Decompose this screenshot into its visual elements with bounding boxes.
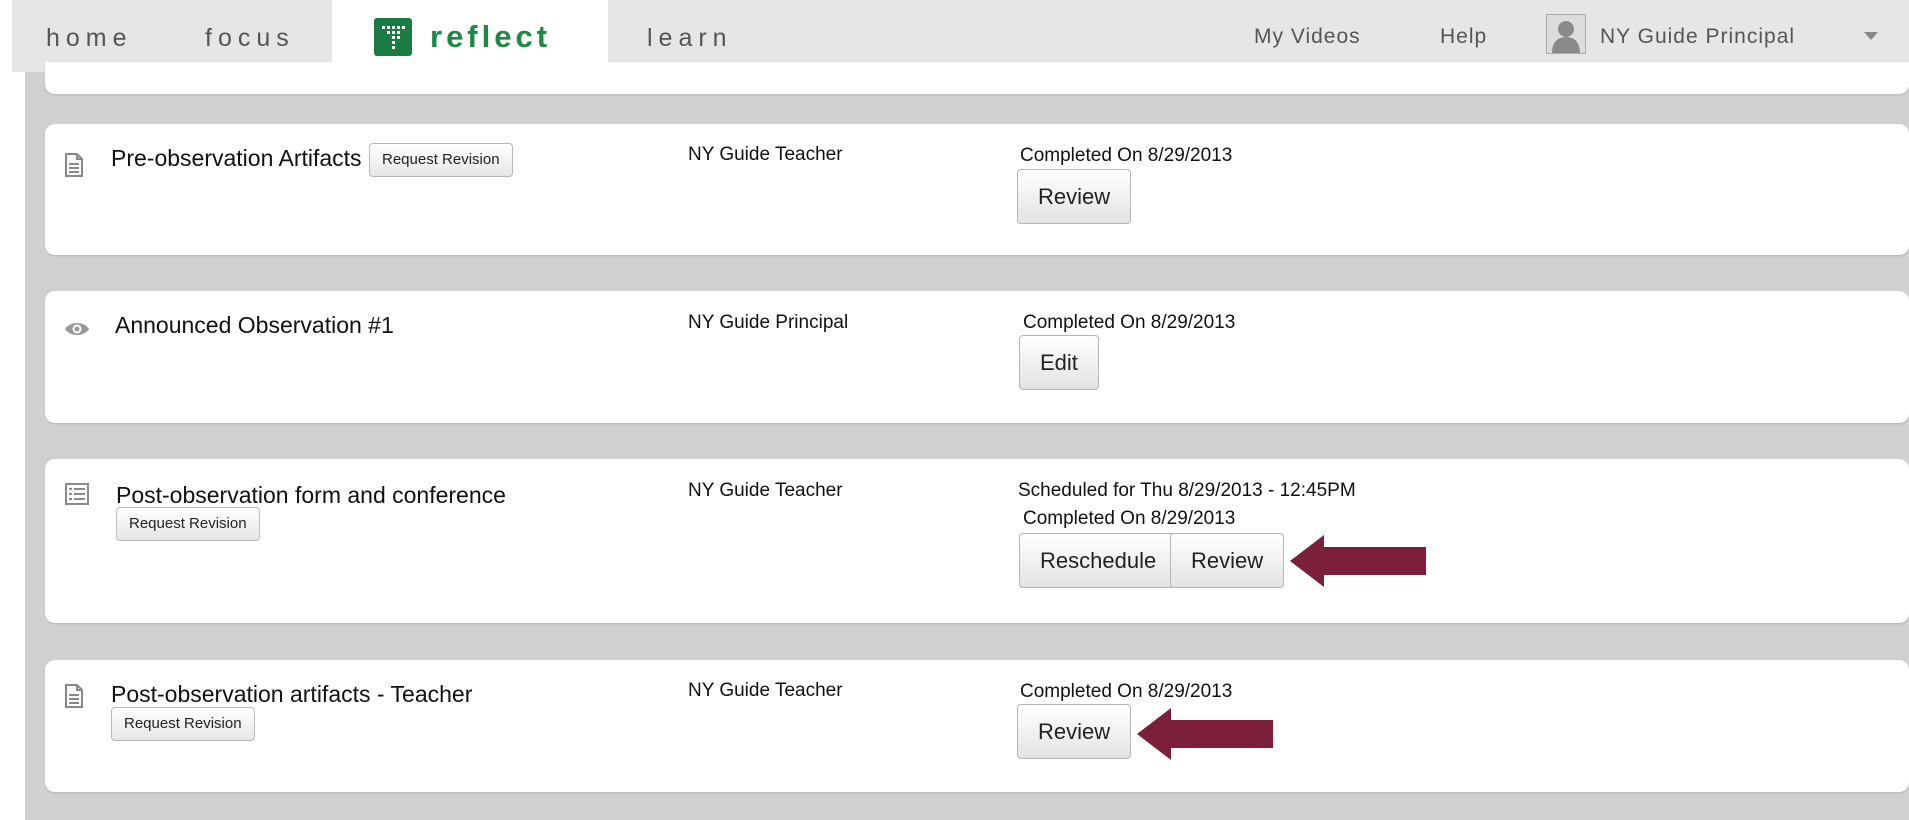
reschedule-button[interactable]: Reschedule [1019,533,1178,588]
row-status: Completed On 8/29/2013 [1020,681,1233,702]
row-title: Pre-observation Artifacts [111,145,362,171]
row-title: Post-observation artifacts - Teacher [111,681,473,707]
request-revision-button[interactable]: Request Revision [116,507,260,541]
annotation-arrow-icon [1290,533,1426,594]
row-status: Completed On 8/29/2013 [1020,145,1233,166]
eye-icon [64,320,90,343]
annotation-arrow-icon [1137,706,1273,767]
request-revision-button[interactable]: Request Revision [111,707,255,741]
document-icon [64,153,84,182]
row-person: NY Guide Teacher [688,480,843,501]
form-list-icon [65,483,89,510]
chevron-down-icon[interactable] [1864,32,1878,40]
user-avatar-icon[interactable] [1546,14,1586,54]
review-button[interactable]: Review [1017,704,1132,759]
workflow-row: Post-observation form and conference Req… [45,459,1909,623]
document-icon [64,684,84,713]
reflect-logo-icon [374,18,412,56]
edit-button[interactable]: Edit [1019,335,1099,390]
review-button[interactable]: Review [1017,169,1132,224]
review-button[interactable]: Review [1170,533,1285,588]
previous-card-bottom [45,62,1909,94]
row-person: NY Guide Teacher [688,144,843,165]
workflow-row: Pre-observation Artifacts Request Revisi… [45,124,1909,255]
request-revision-button[interactable]: Request Revision [369,143,513,177]
workflow-row: Post-observation artifacts - Teacher Req… [45,660,1909,792]
row-person: NY Guide Principal [688,312,849,333]
row-person: NY Guide Teacher [688,680,843,701]
workflow-list: Pre-observation Artifacts Request Revisi… [25,62,1909,820]
row-title: Announced Observation #1 [115,312,394,338]
row-status: Completed On 8/29/2013 [1023,508,1236,529]
row-title: Post-observation form and conference [116,482,506,508]
row-status: Completed On 8/29/2013 [1023,312,1236,333]
workflow-row: Announced Observation #1 NY Guide Princi… [45,291,1909,423]
row-schedule-status: Scheduled for Thu 8/29/2013 - 12:45PM [1018,480,1356,501]
